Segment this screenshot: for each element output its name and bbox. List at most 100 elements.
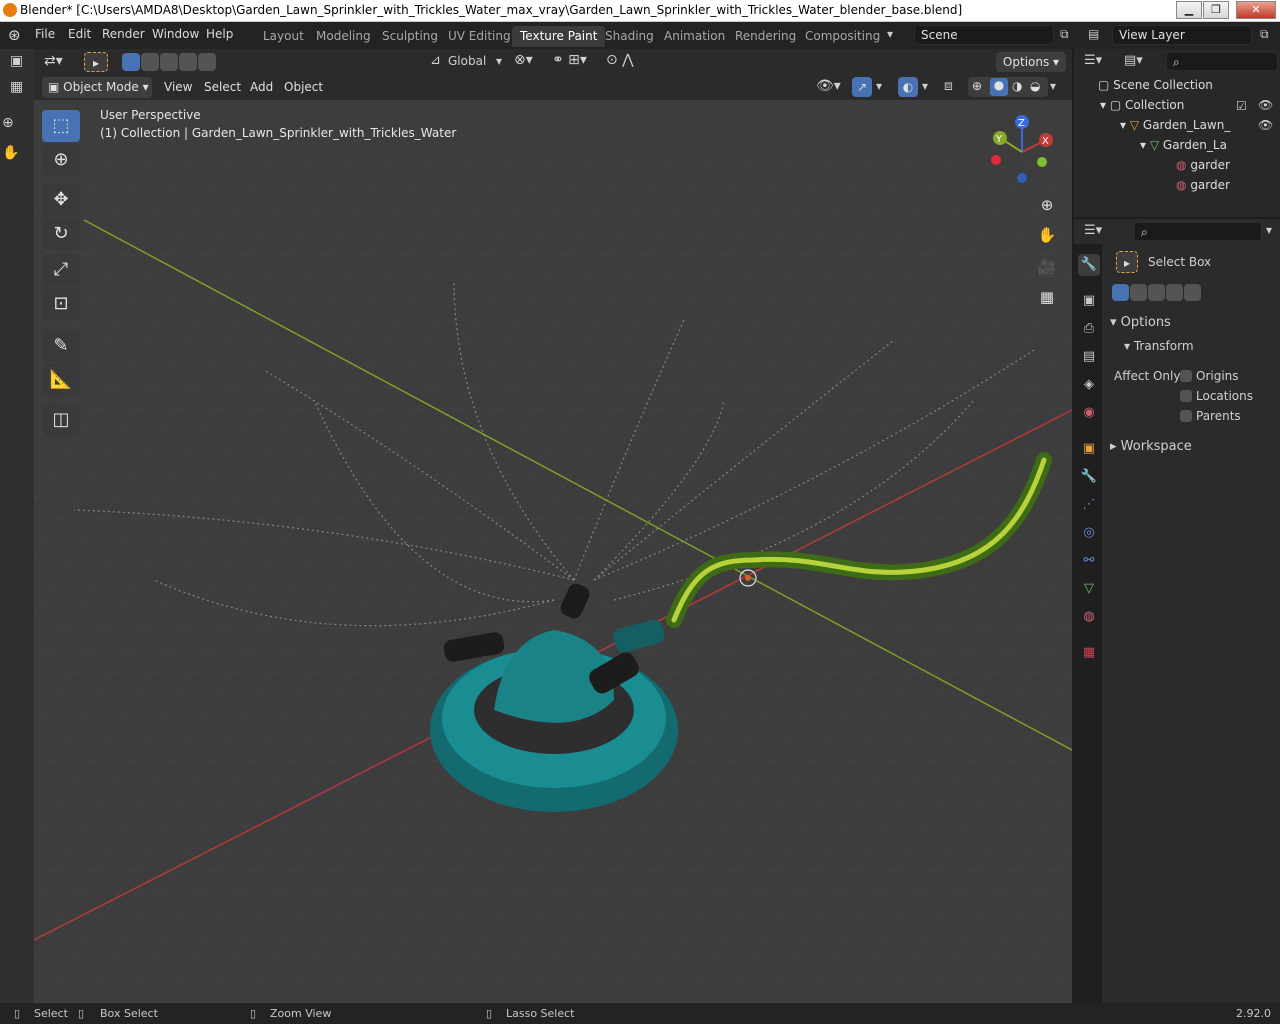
outliner-collection[interactable]: ▾ ▢ Collection xyxy=(1100,98,1184,112)
outliner-search-input[interactable]: ⌕ xyxy=(1166,52,1278,71)
gizmo-neg-x[interactable] xyxy=(991,155,1001,165)
options-dropdown[interactable]: Options ▾ xyxy=(996,52,1066,72)
outliner-scene-collection[interactable]: ▢ Scene Collection xyxy=(1098,78,1213,92)
scale-tool[interactable]: ⤢ xyxy=(42,254,80,286)
origins-checkbox[interactable] xyxy=(1180,370,1192,382)
tab-texture-paint[interactable]: Texture Paint xyxy=(512,26,606,47)
texture-tab-icon[interactable]: ▦ xyxy=(1078,642,1100,664)
camera-view-icon[interactable]: 🎥 xyxy=(1034,254,1060,280)
overlay-toggle-icon[interactable]: ◐ xyxy=(898,77,918,97)
chevron-down-icon[interactable]: ▾ xyxy=(922,79,928,93)
eye-icon[interactable]: 👁 xyxy=(1258,98,1273,112)
properties-search-input[interactable]: ⌕ xyxy=(1134,222,1262,241)
material-tab-icon[interactable]: ◍ xyxy=(1078,606,1100,628)
navigation-gizmo[interactable]: Z X Y xyxy=(984,112,1064,192)
pivot-icon[interactable]: ⊗▾ xyxy=(514,52,533,68)
mode-difference-icon[interactable] xyxy=(1166,284,1183,301)
snap-icon[interactable]: ⚭ ⊞▾ xyxy=(552,52,587,68)
zoom-view-icon[interactable]: ⊕ xyxy=(1034,192,1060,218)
solid-shading-icon[interactable]: ● xyxy=(990,78,1008,96)
properties-editor-icon[interactable]: ☰▾ xyxy=(1084,223,1102,238)
scene-field[interactable]: Scene xyxy=(914,25,1054,45)
scene-tab-icon[interactable]: ◈ xyxy=(1078,374,1100,396)
gizmo-neg-z[interactable] xyxy=(1017,173,1027,183)
transform-subsection[interactable]: ▾ Transform xyxy=(1124,339,1194,353)
xray-icon[interactable]: ⧈ xyxy=(944,78,953,94)
tab-uv-editing[interactable]: UV Editing xyxy=(440,26,519,47)
scene-icon[interactable]: ▾ xyxy=(887,27,893,41)
tab-compositing[interactable]: Compositing xyxy=(797,26,888,47)
menu-select[interactable]: Select xyxy=(204,80,241,94)
output-tab-icon[interactable]: ⎙ xyxy=(1078,318,1100,340)
options-section[interactable]: ▾ Options xyxy=(1110,315,1171,330)
outliner-material-2[interactable]: ◍ garder xyxy=(1176,178,1230,192)
maximize-button[interactable]: ❐ xyxy=(1203,1,1229,19)
menu-window[interactable]: Window xyxy=(152,27,199,41)
tab-shading[interactable]: Shading xyxy=(597,26,662,47)
mode-subtract-icon[interactable] xyxy=(160,53,178,71)
chevron-down-icon[interactable]: ▾ xyxy=(876,79,882,93)
data-tab-icon[interactable]: ▽ xyxy=(1078,578,1100,600)
display-mode-icon[interactable]: ▤▾ xyxy=(1124,53,1143,68)
transform-tool[interactable]: ⊡ xyxy=(42,288,80,320)
annotate-tool[interactable]: ✎ xyxy=(42,330,80,362)
minimize-button[interactable]: ▁ xyxy=(1176,1,1202,19)
tab-sculpting[interactable]: Sculpting xyxy=(374,26,446,47)
tab-modeling[interactable]: Modeling xyxy=(308,26,379,47)
particles-tab-icon[interactable]: ⋰ xyxy=(1078,494,1100,516)
render-tab-icon[interactable]: ▣ xyxy=(1078,290,1100,312)
tab-rendering[interactable]: Rendering xyxy=(727,26,804,47)
view-layer-field[interactable]: View Layer xyxy=(1112,25,1252,45)
mode-extend-icon[interactable] xyxy=(141,53,159,71)
tab-animation[interactable]: Animation xyxy=(656,26,733,47)
mode-subtract-icon[interactable] xyxy=(1148,284,1165,301)
view-layer-icon[interactable]: ▤ xyxy=(1088,27,1099,41)
menu-view[interactable]: View xyxy=(164,80,192,94)
chevron-down-icon[interactable]: ▾ xyxy=(1266,223,1272,237)
mode-intersect-icon[interactable] xyxy=(1184,284,1201,301)
outliner-object[interactable]: ▾ ▽ Garden_Lawn_ xyxy=(1120,118,1230,132)
material-shading-icon[interactable]: ◑ xyxy=(1012,79,1022,93)
add-cube-tool[interactable]: ◫ xyxy=(42,404,80,436)
mode-extend-icon[interactable] xyxy=(1130,284,1147,301)
gizmo-toggle-icon[interactable]: ↗ xyxy=(852,77,872,97)
mode-new-icon[interactable] xyxy=(122,53,140,71)
view-layer-tab-icon[interactable]: ▤ xyxy=(1078,346,1100,368)
menu-object[interactable]: Object xyxy=(284,80,323,94)
outliner-editor-icon[interactable]: ☰▾ xyxy=(1084,53,1102,68)
mode-new-icon[interactable] xyxy=(1112,284,1129,301)
new-view-layer-icon[interactable]: ⧉ xyxy=(1260,27,1269,42)
visibility-icon[interactable]: 👁▾ xyxy=(816,78,841,94)
outliner-mesh[interactable]: ▾ ▽ Garden_La xyxy=(1140,138,1227,152)
tab-layout[interactable]: Layout xyxy=(255,26,312,47)
locations-checkbox[interactable] xyxy=(1180,390,1192,402)
collection-checkbox-icon[interactable]: ☑ xyxy=(1236,99,1247,113)
eye-icon[interactable]: 👁 xyxy=(1258,118,1273,132)
select-box-tool-icon[interactable]: ▸ xyxy=(84,52,108,72)
constraints-tab-icon[interactable]: ⚯ xyxy=(1078,550,1100,572)
orientation-dropdown[interactable]: Global xyxy=(448,54,486,68)
gizmo-neg-y[interactable] xyxy=(1037,157,1047,167)
hand-icon[interactable]: ✋ xyxy=(2,145,19,161)
chevron-down-icon[interactable]: ▾ xyxy=(1050,79,1056,93)
workspace-section[interactable]: ▸ Workspace xyxy=(1110,439,1192,454)
outliner-material-1[interactable]: ◍ garder xyxy=(1176,158,1230,172)
menu-add[interactable]: Add xyxy=(250,80,273,94)
3d-viewport[interactable]: ⬚ ⊕ ✥ ↻ ⤢ ⊡ ✎ 📐 ◫ User Perspective (1) C… xyxy=(34,100,1072,1003)
menu-file[interactable]: File xyxy=(35,27,55,41)
tool-tab-icon[interactable]: 🔧 xyxy=(1078,254,1100,276)
perspective-toggle-icon[interactable]: ▦ xyxy=(1034,284,1060,310)
new-scene-icon[interactable]: ⧉ xyxy=(1060,27,1069,42)
checker-icon[interactable]: ▦ xyxy=(10,79,23,95)
pan-view-icon[interactable]: ✋ xyxy=(1034,222,1060,248)
menu-render[interactable]: Render xyxy=(102,27,145,41)
mode-dropdown[interactable]: ▣ Object Mode ▾ xyxy=(42,77,152,98)
wireframe-shading-icon[interactable]: ⊕ xyxy=(972,79,982,93)
tool-settings-editor-icon[interactable]: ⇄▾ xyxy=(44,53,63,69)
mode-intersect-icon[interactable] xyxy=(198,53,216,71)
modifier-tab-icon[interactable]: 🔧 xyxy=(1078,466,1100,488)
parents-checkbox[interactable] xyxy=(1180,410,1192,422)
world-tab-icon[interactable]: ◉ xyxy=(1078,402,1100,424)
menu-edit[interactable]: Edit xyxy=(68,27,91,41)
measure-tool[interactable]: 📐 xyxy=(42,364,80,396)
